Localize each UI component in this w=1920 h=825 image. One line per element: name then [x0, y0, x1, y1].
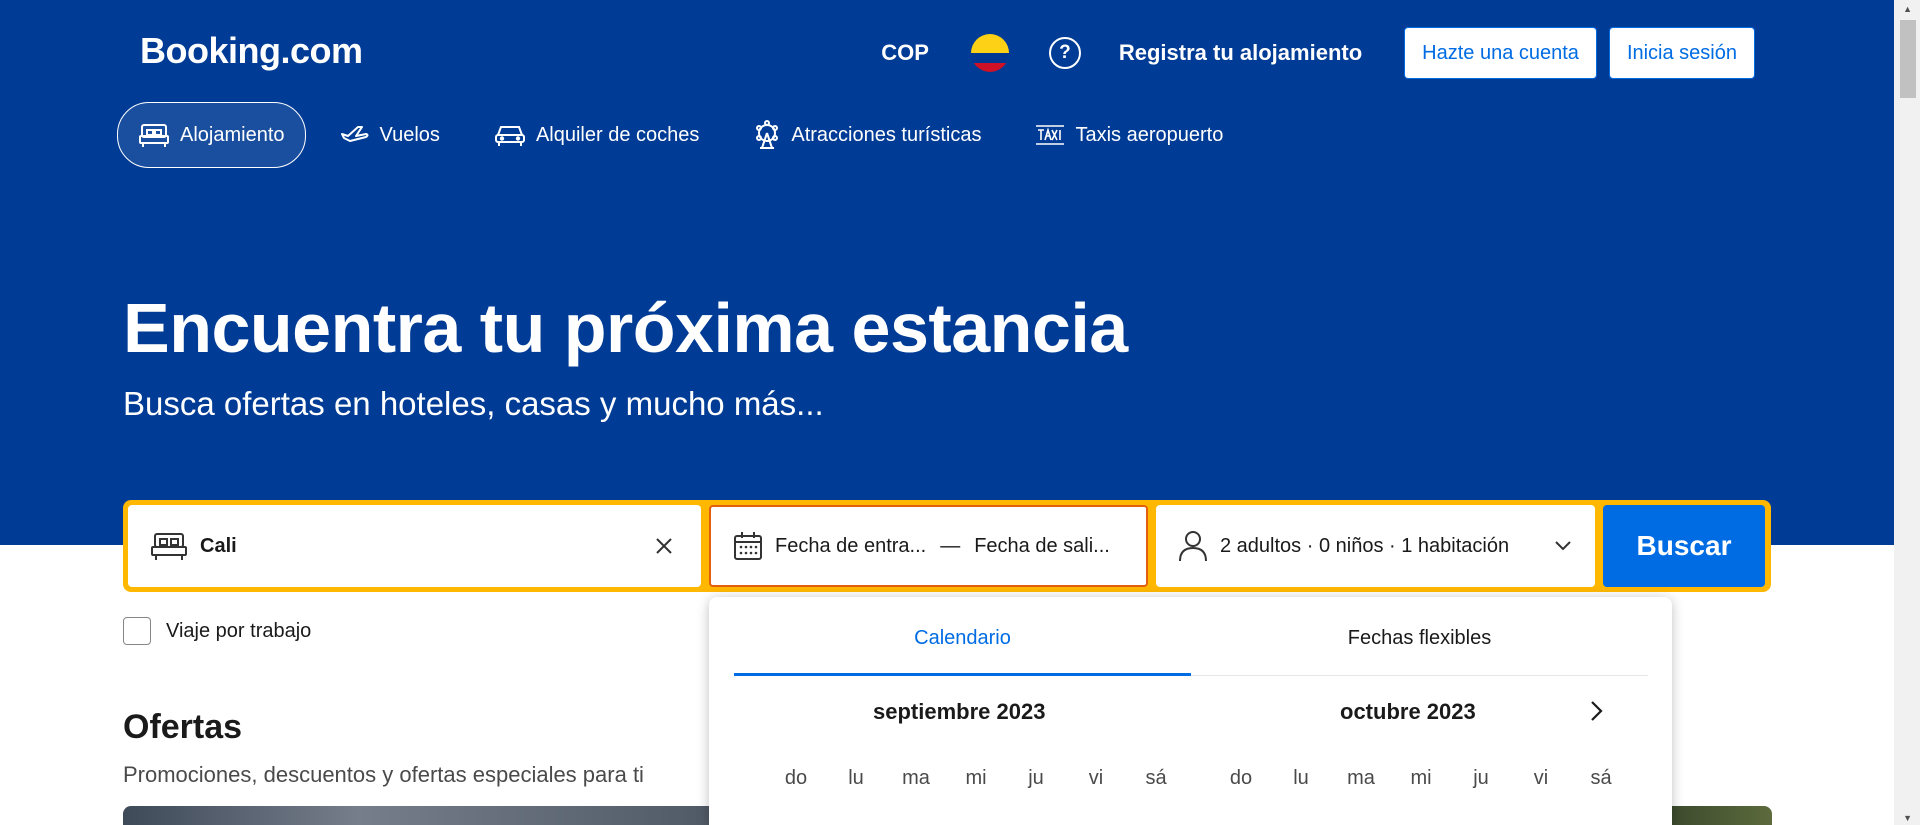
register-button[interactable]: Hazte una cuenta: [1404, 27, 1597, 79]
weekday: sá: [1590, 767, 1612, 789]
colombia-flag-icon[interactable]: [970, 34, 1009, 72]
product-nav: Alojamiento Vuelos Alquiler de coches At…: [117, 102, 1257, 168]
bed-icon: [139, 124, 169, 147]
search-bar: Cali Fecha de entra... — Fecha de sali..…: [123, 500, 1771, 592]
tab-fechas-flexibles[interactable]: Fechas flexibles: [1191, 597, 1648, 675]
attractions-icon: [756, 120, 779, 149]
weekday: ju: [1028, 767, 1044, 789]
taxi-icon: [1036, 125, 1065, 145]
weekday: lu: [1293, 767, 1309, 789]
nav-label: Vuelos: [379, 123, 440, 146]
person-icon: [1179, 531, 1207, 562]
work-trip-checkbox[interactable]: [123, 617, 151, 645]
hero-banner: Booking.com COP ? Registra tu alojamient…: [0, 0, 1920, 545]
offer-image[interactable]: [1672, 806, 1772, 825]
occupancy-field[interactable]: 2 adultos · 0 niños · 1 habitación: [1156, 505, 1595, 587]
weekday: ma: [1347, 767, 1375, 789]
nav-item-taxis[interactable]: Taxis aeropuerto: [1015, 103, 1243, 167]
weekday: do: [784, 767, 808, 789]
plane-icon: [340, 126, 368, 142]
chevron-down-icon: [1555, 541, 1571, 551]
weekday-row: do lu ma mi ju vi sá: [766, 767, 1186, 790]
destination-field[interactable]: Cali: [128, 505, 701, 587]
clear-icon[interactable]: [655, 537, 673, 555]
weekday-row: do lu ma mi ju vi sá: [1211, 767, 1631, 790]
work-trip-label: Viaje por trabajo: [166, 619, 312, 642]
scroll-up-arrow-icon[interactable]: ▲: [1903, 4, 1912, 14]
weekday: ju: [1473, 767, 1489, 789]
nav-label: Alojamiento: [180, 123, 285, 146]
weekday: vi: [1533, 767, 1549, 789]
checkin-date[interactable]: Fecha de entra...: [775, 535, 926, 558]
chevron-right-icon[interactable]: [1590, 701, 1604, 721]
bed-icon: [151, 533, 187, 560]
offer-image[interactable]: [123, 806, 711, 825]
currency-selector[interactable]: COP: [881, 40, 929, 66]
weekday: sá: [1145, 767, 1167, 789]
list-property-link[interactable]: Registra tu alojamiento: [1119, 40, 1362, 66]
nav-item-alojamiento[interactable]: Alojamiento: [117, 102, 306, 168]
header-actions: COP ? Registra tu alojamiento Hazte una …: [881, 27, 1755, 79]
nav-label: Taxis aeropuerto: [1075, 123, 1224, 146]
nav-item-vuelos[interactable]: Vuelos: [320, 103, 460, 167]
work-trip-option[interactable]: Viaje por trabajo: [123, 617, 311, 645]
date-picker-tabs: Calendario Fechas flexibles: [734, 597, 1648, 676]
offers-title: Ofertas: [123, 708, 243, 746]
booking-logo[interactable]: Booking.com: [140, 30, 363, 72]
help-icon[interactable]: ?: [1048, 37, 1081, 69]
hero-title: Encuentra tu próxima estancia: [123, 289, 1128, 367]
tab-calendario[interactable]: Calendario: [734, 597, 1191, 676]
hero-subtitle: Busca ofertas en hoteles, casas y mucho …: [123, 385, 824, 422]
nav-label: Atracciones turísticas: [791, 123, 982, 146]
date-range-field[interactable]: Fecha de entra... — Fecha de sali...: [709, 505, 1148, 587]
nav-item-coches[interactable]: Alquiler de coches: [474, 103, 719, 167]
scroll-thumb[interactable]: [1900, 20, 1916, 98]
weekday: mi: [965, 767, 987, 789]
weekday: vi: [1088, 767, 1104, 789]
scroll-down-arrow-icon[interactable]: ▼: [1903, 813, 1912, 823]
occupancy-value: 2 adultos · 0 niños · 1 habitación: [1220, 534, 1510, 557]
checkout-date[interactable]: Fecha de sali...: [974, 535, 1110, 558]
page-scrollbar[interactable]: ▲ ▼: [1894, 0, 1920, 825]
offers-subtitle: Promociones, descuentos y ofertas especi…: [123, 762, 644, 787]
weekday: ma: [902, 767, 930, 789]
date-separator: —: [940, 534, 961, 557]
weekday: do: [1229, 767, 1253, 789]
search-button[interactable]: Buscar: [1603, 505, 1765, 587]
destination-input[interactable]: Cali: [200, 535, 237, 558]
signin-button[interactable]: Inicia sesión: [1608, 27, 1755, 79]
calendar-icon: [734, 532, 762, 560]
nav-label: Alquiler de coches: [535, 123, 700, 146]
nav-item-atracciones[interactable]: Atracciones turísticas: [733, 103, 1001, 167]
weekday: mi: [1410, 767, 1432, 789]
car-icon: [494, 126, 525, 146]
weekday: lu: [848, 767, 864, 789]
month-title: septiembre 2023: [873, 699, 1046, 724]
date-picker-dropdown: Calendario Fechas flexibles septiembre 2…: [709, 597, 1672, 825]
month-title: octubre 2023: [1340, 699, 1476, 724]
